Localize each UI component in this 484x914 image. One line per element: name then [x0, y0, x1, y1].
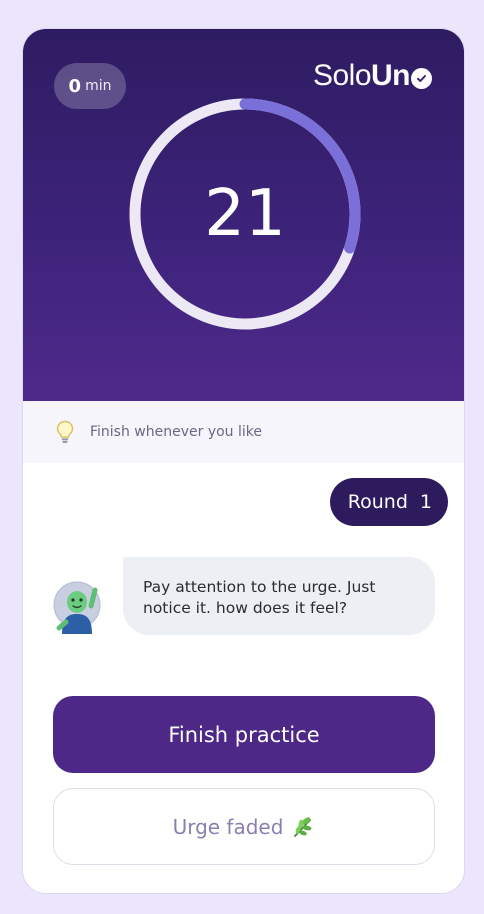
round-badge: Round 1 — [329, 478, 448, 526]
leaf-icon — [291, 815, 315, 839]
soloun-logo: Solo Un — [313, 59, 432, 93]
message-line-1: Pay attention to the urge. Just — [143, 578, 376, 596]
minutes-unit: min — [85, 78, 112, 94]
minutes-badge: 0 min — [54, 63, 126, 109]
guide-message-bubble: Pay attention to the urge. Just notice i… — [123, 557, 435, 635]
logo-check-icon — [411, 67, 432, 89]
round-number: 1 — [419, 491, 432, 513]
tip-bar: Finish whenever you like — [23, 401, 464, 463]
lightbulb-icon — [56, 420, 74, 444]
urge-faded-button[interactable]: Urge faded — [53, 788, 435, 865]
tip-text: Finish whenever you like — [90, 424, 263, 440]
app-frame: 0 min Solo Un 21 Finish whenever you lik… — [22, 28, 465, 894]
logo-text-bold: Un — [371, 59, 411, 92]
logo-text-light: Solo — [312, 59, 372, 92]
countdown-value: 21 — [204, 177, 286, 251]
guide-avatar — [53, 576, 101, 636]
minutes-value: 0 — [68, 75, 82, 97]
timer-header: 0 min Solo Un 21 — [23, 29, 464, 401]
message-line-2: notice it. how does it feel? — [143, 599, 348, 617]
finish-practice-button[interactable]: Finish practice — [53, 696, 435, 773]
countdown-ring: 21 — [126, 95, 364, 333]
round-label: Round — [347, 491, 408, 513]
urge-faded-label: Urge faded — [172, 814, 284, 839]
